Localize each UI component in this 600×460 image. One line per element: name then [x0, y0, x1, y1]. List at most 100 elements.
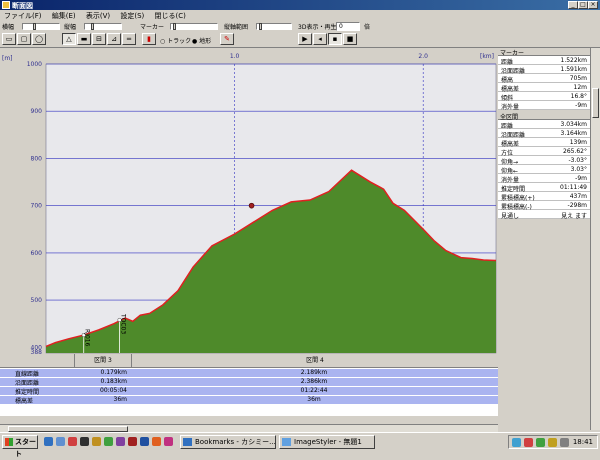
- info-row: 標高差 12m: [498, 83, 590, 93]
- vertical-range-slider[interactable]: [256, 23, 292, 30]
- app2-icon[interactable]: [80, 437, 89, 446]
- tray-icon[interactable]: [548, 438, 557, 447]
- height-slider-label: 縦幅: [64, 24, 77, 31]
- row-value-segment4: 2.386km: [300, 378, 328, 385]
- profile-svg[interactable]: 10009008007006005004003881.0 2.0[m] [km]RJ…: [0, 48, 498, 356]
- y-tick-label: 900: [31, 108, 43, 115]
- flat-icon[interactable]: ▬: [77, 33, 91, 45]
- view3d-value: 0: [339, 23, 343, 30]
- menu-bar: ファイル(F) 編集(E) 表示(V) 設定(S) 閉じる(C): [0, 10, 600, 21]
- app-icon: [2, 1, 10, 9]
- section-icon[interactable]: ⊟: [92, 33, 106, 45]
- row-label: 直線距離: [15, 371, 40, 378]
- info-value: 3.034km: [560, 121, 588, 128]
- task-imagestyler[interactable]: ImageStyler - 無題1: [279, 435, 375, 449]
- view3d-select[interactable]: 0: [336, 22, 360, 31]
- horizontal-scrollbar[interactable]: [0, 424, 498, 432]
- mode-track-radio[interactable]: ○ トラック: [160, 36, 191, 45]
- height-slider[interactable]: [84, 23, 122, 30]
- col-segment3[interactable]: 区間 3: [74, 354, 131, 368]
- ie-icon[interactable]: [44, 437, 53, 446]
- app6-icon[interactable]: [140, 437, 149, 446]
- stop-icon[interactable]: ■: [343, 33, 357, 45]
- mountain-icon[interactable]: △: [62, 33, 76, 45]
- tray-icon[interactable]: [512, 438, 521, 447]
- y-unit-label: [m]: [2, 55, 13, 62]
- folder-icon[interactable]: [92, 437, 101, 446]
- marker-panel-rows: 距離 1.522km 沿面距離 1.591km 標高 705m 標高差 12m 傾斜 16.8° 消…: [498, 56, 590, 111]
- desktop-icon[interactable]: [56, 437, 65, 446]
- x-tick-label: 1.0: [230, 53, 240, 60]
- fit-icon[interactable]: ▭: [2, 33, 16, 45]
- y-tick-label: 800: [31, 155, 43, 162]
- windows-icon: [5, 438, 13, 446]
- segment-table: 区間 3 区間 4 直線距離 0.179km 2.189km 沿面距離 0.183km 2…: [0, 354, 498, 416]
- slope-icon[interactable]: ⊿: [107, 33, 121, 45]
- vertical-scrollbar[interactable]: [590, 48, 600, 430]
- toolbar: 横幅 縦幅 マーカー 縦軸範囲 3D表示・再生 0 倍 ▭ ▢ ◯ △ ▬ ⊟ …: [0, 21, 600, 48]
- minimize-button[interactable]: _: [568, 1, 578, 9]
- view3d-label: 3D表示・再生: [298, 24, 337, 31]
- table-corner: [0, 354, 74, 368]
- info-value: 12m: [573, 84, 587, 91]
- table-row: 推定時間 00:05:04 01:22:44: [0, 387, 498, 396]
- info-value: -9m: [575, 175, 587, 182]
- row-label: 推定時間: [15, 389, 40, 396]
- mode-terrain-radio[interactable]: ● 地形: [192, 36, 211, 45]
- app3-icon[interactable]: [104, 437, 113, 446]
- step-back-icon[interactable]: ◂: [313, 33, 327, 45]
- info-value: 見え ます: [561, 213, 587, 220]
- width-slider-label: 横幅: [2, 24, 15, 31]
- mode-track-label: トラック: [167, 38, 192, 45]
- view3d-unit: 倍: [364, 24, 371, 31]
- window-icon: [183, 438, 192, 446]
- export-icon[interactable]: ✎: [220, 33, 234, 45]
- ruler-icon[interactable]: ═: [122, 33, 136, 45]
- start-button[interactable]: スタート: [2, 435, 38, 458]
- task-bookmarks[interactable]: Bookmarks - カシミー...: [180, 435, 276, 449]
- info-row: 標高 705m: [498, 74, 590, 84]
- title-bar: 断面図 _ □ ×: [0, 0, 600, 10]
- width-slider[interactable]: [22, 23, 60, 30]
- app8-icon[interactable]: [164, 437, 173, 446]
- info-value: 3.03°: [570, 166, 587, 173]
- select-icon[interactable]: ▢: [17, 33, 31, 45]
- info-panel: マーカー 距離 1.522km 沿面距離 1.591km 標高 705m 標高差 12m 傾斜 1…: [498, 48, 590, 428]
- zoom-icon[interactable]: ◯: [32, 33, 46, 45]
- row-value-segment4: 36m: [307, 396, 321, 403]
- info-row: 累積標高(-) -298m: [498, 201, 590, 211]
- scroll-thumb[interactable]: [592, 88, 599, 118]
- maximize-button[interactable]: □: [578, 1, 588, 9]
- pause-icon[interactable]: ▪: [328, 33, 342, 45]
- app7-icon[interactable]: [152, 437, 161, 446]
- info-value: 16.8°: [570, 93, 587, 100]
- info-row: 傾斜 16.8°: [498, 92, 590, 102]
- app5-icon[interactable]: [128, 437, 137, 446]
- marker-icon[interactable]: ▮: [142, 33, 156, 45]
- waypoint-label: TOC03: [120, 313, 127, 334]
- info-key: 見通し: [501, 213, 520, 220]
- info-value: 437m: [569, 193, 587, 200]
- play-3d-icon[interactable]: ▶: [298, 33, 312, 45]
- start-label: スタート: [15, 438, 36, 458]
- x-unit-label: [km]: [480, 53, 494, 60]
- app4-icon[interactable]: [116, 437, 125, 446]
- cursor-marker[interactable]: [248, 202, 255, 209]
- mode-terrain-label: 地形: [199, 38, 212, 45]
- close-button[interactable]: ×: [588, 1, 598, 9]
- volume-icon[interactable]: [560, 438, 569, 447]
- table-row: 直線距離 0.179km 2.189km: [0, 369, 498, 378]
- table-row: 標高差 36m 36m: [0, 396, 498, 405]
- app1-icon[interactable]: [68, 437, 77, 446]
- tray-icon[interactable]: [536, 438, 545, 447]
- y-tick-label: 600: [31, 250, 43, 257]
- info-row: 消外量 -9m: [498, 101, 590, 111]
- tray-icon[interactable]: [524, 438, 533, 447]
- section-panel-rows: 距離 3.034km 沿面距離 3.164km 標高差 139m 方位 265.62° 仰角→ -…: [498, 120, 590, 220]
- info-row: 見通し 見え ます: [498, 210, 590, 220]
- y-tick-label: 1000: [27, 61, 42, 68]
- y-tick-label: 700: [31, 203, 43, 210]
- marker-slider[interactable]: [170, 23, 218, 30]
- info-row: 推定時間 01:11:49: [498, 183, 590, 193]
- col-segment4[interactable]: 区間 4: [131, 354, 498, 368]
